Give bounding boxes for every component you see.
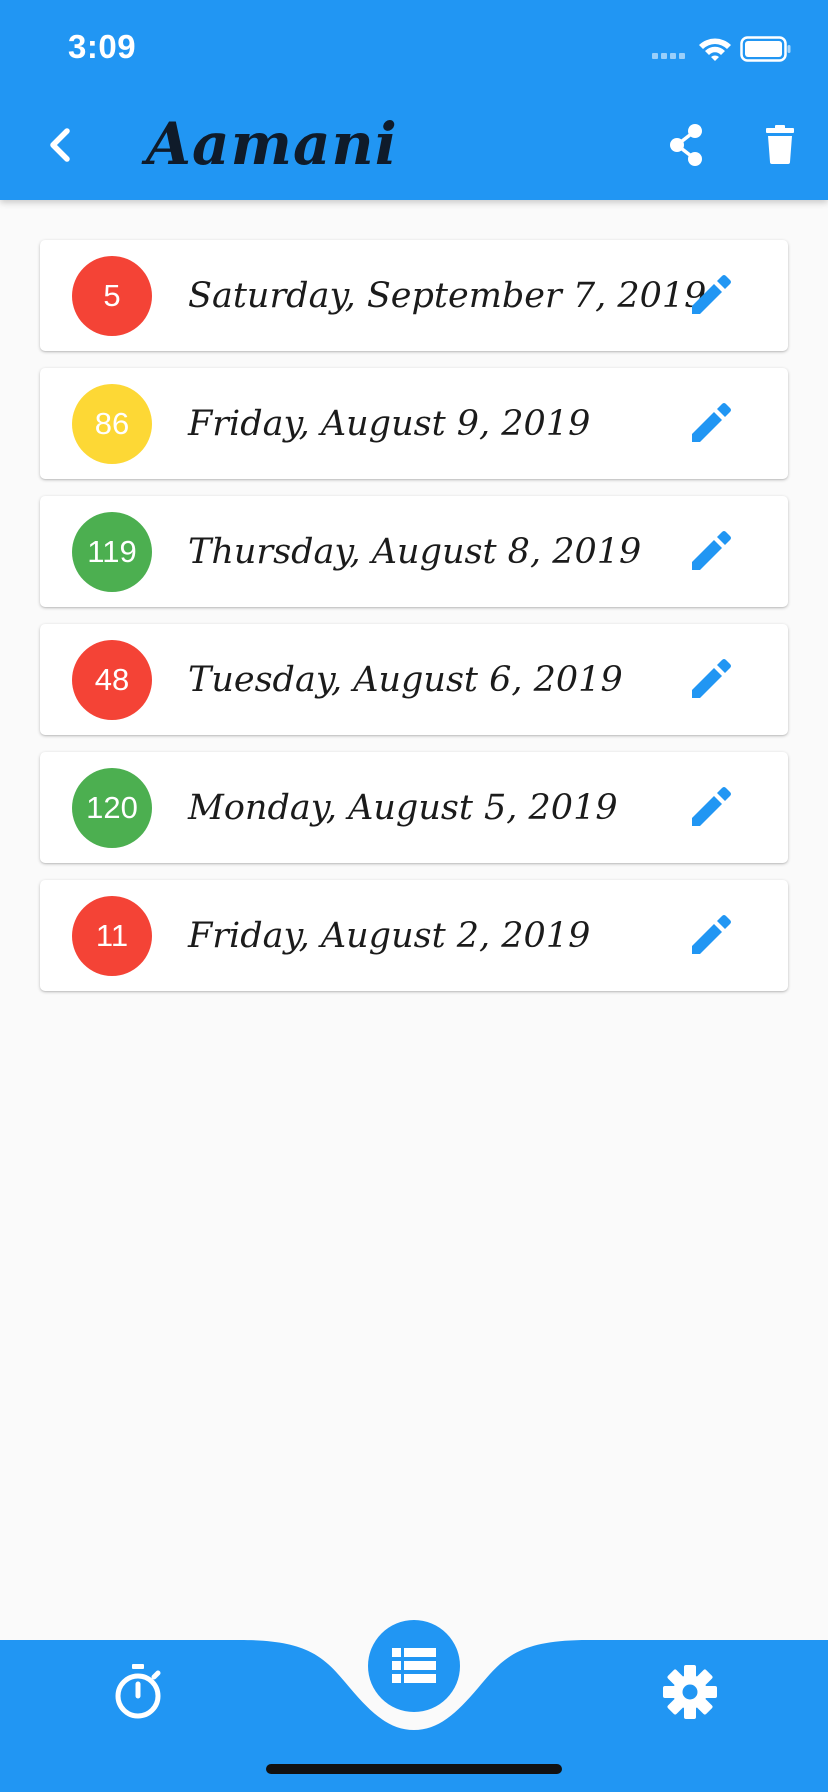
app-bar: 3:09 Aamani — [0, 0, 828, 200]
list-tab-button[interactable] — [368, 1620, 460, 1712]
edit-button[interactable] — [680, 522, 740, 582]
delete-icon — [766, 125, 794, 164]
share-icon — [670, 124, 702, 166]
back-icon — [50, 128, 70, 162]
entry-date: Thursday, August 8, 2019 — [188, 532, 642, 572]
app-title: Aamani — [146, 110, 398, 178]
list-icon — [392, 1648, 436, 1683]
value-badge: 5 — [72, 256, 152, 336]
entry-date: Monday, August 5, 2019 — [188, 788, 618, 828]
home-indicator — [266, 1764, 562, 1774]
settings-icon — [663, 1665, 717, 1719]
edit-button[interactable] — [680, 266, 740, 326]
value-badge: 86 — [72, 384, 152, 464]
wifi-icon — [699, 38, 731, 61]
status-bar-time: 3:09 — [68, 28, 137, 65]
pencil-icon — [692, 275, 731, 314]
pencil-icon — [692, 787, 731, 826]
share-button[interactable] — [658, 117, 714, 173]
edit-button[interactable] — [680, 906, 740, 966]
edit-button[interactable] — [680, 650, 740, 710]
list-item[interactable]: 119 Thursday, August 8, 2019 — [40, 496, 788, 607]
list-item[interactable]: 48 Tuesday, August 6, 2019 — [40, 624, 788, 735]
value-badge: 119 — [72, 512, 152, 592]
entries-list: 5 Saturday, September 7, 2019 86 Friday,… — [40, 240, 788, 1008]
value-badge: 11 — [72, 896, 152, 976]
value-badge: 48 — [72, 640, 152, 720]
entry-date: Friday, August 2, 2019 — [188, 916, 591, 956]
timer-icon — [115, 1664, 161, 1719]
entry-date: Tuesday, August 6, 2019 — [188, 660, 623, 700]
list-item[interactable]: 120 Monday, August 5, 2019 — [40, 752, 788, 863]
edit-button[interactable] — [680, 778, 740, 838]
list-item[interactable]: 11 Friday, August 2, 2019 — [40, 880, 788, 991]
delete-button[interactable] — [752, 117, 808, 173]
back-button[interactable] — [34, 117, 90, 173]
pencil-icon — [692, 531, 731, 570]
edit-button[interactable] — [680, 394, 740, 454]
settings-tab[interactable] — [658, 1660, 722, 1724]
cellular-signal-icon — [652, 53, 685, 59]
pencil-icon — [692, 915, 731, 954]
entry-date: Saturday, September 7, 2019 — [188, 276, 707, 316]
timer-tab[interactable] — [106, 1660, 170, 1724]
list-item[interactable]: 86 Friday, August 9, 2019 — [40, 368, 788, 479]
entry-date: Friday, August 9, 2019 — [188, 404, 591, 444]
value-badge: 120 — [72, 768, 152, 848]
battery-icon — [740, 36, 791, 62]
list-item[interactable]: 5 Saturday, September 7, 2019 — [40, 240, 788, 351]
pencil-icon — [692, 659, 731, 698]
pencil-icon — [692, 403, 731, 442]
